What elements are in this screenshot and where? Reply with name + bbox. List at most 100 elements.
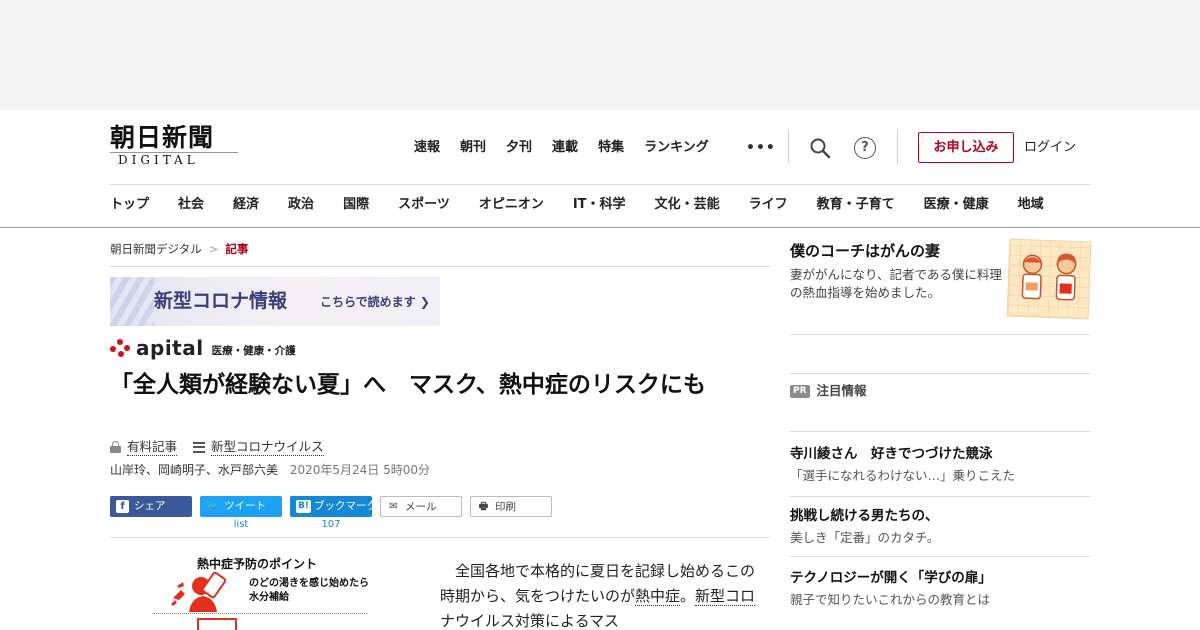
top-nav: 速報 朝刊 夕刊 連載 特集 ランキング [414, 137, 729, 159]
category-health[interactable]: 医療・健康 [924, 194, 989, 216]
facebook-share-button[interactable]: f シェア [110, 496, 192, 517]
breadcrumb-home[interactable]: 朝日新聞デジタル [110, 240, 202, 258]
pr-item[interactable]: 寺川綾さん 好きでつづけた競泳 「選手になれるわけない…」乗りこえた [790, 444, 1090, 486]
hatena-bookmark-label: ブックマーク [314, 500, 377, 512]
category-politics[interactable]: 政治 [288, 194, 314, 216]
category-sports[interactable]: スポーツ [398, 194, 450, 216]
pr-section-label: 注目情報 [816, 383, 867, 398]
category-education[interactable]: 教育・子育て [817, 194, 895, 216]
search-icon[interactable] [809, 137, 831, 159]
category-international[interactable]: 国際 [343, 194, 369, 216]
logo-sub-text: DIGITAL [118, 153, 199, 167]
topnav-item-sokuho[interactable]: 速報 [414, 137, 440, 159]
login-link[interactable]: ログイン [1024, 137, 1076, 159]
heatstroke-link[interactable]: 熱中症 [635, 587, 681, 606]
mail-icon: ✉ [389, 501, 398, 512]
corona-info-banner[interactable]: 新型コロナ情報 こちらで読めます ❯ [110, 277, 440, 326]
category-economy[interactable]: 経済 [233, 194, 259, 216]
category-culture[interactable]: 文化・芸能 [655, 194, 720, 216]
sidebar-rule [790, 496, 1090, 497]
breadcrumb-separator: > [208, 242, 219, 256]
breadcrumb-rule [110, 266, 770, 267]
pr-item-desc: 親子で知りたいこれからの教育とは [790, 592, 991, 607]
woman-illustration [1055, 253, 1077, 301]
print-button[interactable]: 🖶 印刷 [470, 496, 552, 517]
article-title: 「全人類が経験ない夏」へ マスク、熱中症のリスクにも [110, 372, 706, 398]
sidebar-rule [790, 431, 1090, 432]
help-icon[interactable]: ? [854, 137, 876, 159]
category-life[interactable]: ライフ [749, 194, 788, 216]
subscribe-button[interactable]: お申し込み [918, 132, 1014, 163]
feature-title: 僕のコーチはがんの妻 [790, 242, 941, 260]
pr-item-title: 寺川綾さん 好きでつづけた競泳 [790, 446, 993, 462]
topnav-item-yukan[interactable]: 夕刊 [506, 137, 532, 159]
sidebar-rule [790, 373, 1090, 374]
pr-item-title: テクノロジーが開く「学びの扉」 [790, 570, 992, 586]
feature-description: 妻ががんになり、記者である僕に料理の熱血指導を始めました。 [790, 267, 1002, 300]
more-dots-icon[interactable]: ••• [746, 140, 775, 156]
facebook-share-label: シェア [134, 500, 166, 512]
topnav-item-ranking[interactable]: ランキング [644, 137, 709, 159]
drinking-person-illustration [171, 571, 227, 612]
apital-logo-icon [110, 339, 132, 359]
apital-section-logo[interactable]: apital 医療・健康・介護 [110, 337, 296, 359]
pr-item-title: 挑戦し続ける男たちの、 [790, 508, 939, 524]
category-nav-rule [0, 227, 1200, 228]
pr-item[interactable]: テクノロジーが開く「学びの扉」 親子で知りたいこれからの教育とは [790, 568, 1090, 610]
corona-banner-title: 新型コロナ情報 [154, 290, 288, 312]
topic-link[interactable]: 新型コロナウイルス [211, 439, 324, 456]
header-rule [110, 184, 1090, 185]
pr-item[interactable]: 挑戦し続ける男たちの、 美しき「定番」のカタチ。 [790, 506, 1090, 548]
list-icon [193, 441, 206, 453]
article-rule [110, 537, 770, 538]
apital-wordmark: apital [136, 336, 204, 360]
category-top[interactable]: トップ [110, 194, 149, 216]
lock-icon [110, 441, 121, 453]
facebook-icon: f [116, 500, 129, 513]
logo-main-text: 朝日新聞 [110, 123, 215, 152]
topnav-item-choukan[interactable]: 朝刊 [460, 137, 486, 159]
pr-item-desc: 美しき「定番」のカタチ。 [790, 530, 940, 545]
article-figure[interactable]: 熱中症予防のポイント のどの渇きを感じ始めたら 水分補給 [153, 552, 383, 630]
category-opinion[interactable]: オピニオン [479, 194, 544, 216]
header-divider [897, 130, 898, 163]
mail-share-label: メール [405, 501, 437, 513]
twitter-icon: 🐦 [206, 501, 219, 512]
print-icon: 🖶 [478, 501, 489, 512]
figure-divider [153, 613, 367, 614]
category-society[interactable]: 社会 [178, 194, 204, 216]
feature-illustration [1006, 238, 1092, 320]
topnav-item-tokushu[interactable]: 特集 [598, 137, 624, 159]
sidebar-rule [790, 334, 1090, 335]
hatena-icon: B! [296, 500, 311, 513]
category-it-science[interactable]: IT・科学 [573, 194, 626, 216]
sidebar-feature[interactable]: 僕のコーチはがんの妻 妻ががんになり、記者である僕に料理の熱血指導を始めました。 [790, 238, 1092, 334]
twitter-share-label: ツイート [224, 500, 266, 512]
sidebar-rule [790, 556, 1090, 557]
article-date: 2020年5月24日 5時00分 [289, 463, 431, 477]
twitter-count-link[interactable]: list [200, 519, 282, 531]
figure-box-icon [197, 618, 237, 630]
print-label: 印刷 [495, 501, 516, 513]
hatena-count-link[interactable]: 107 [290, 519, 372, 531]
corona-banner-cta: こちらで読めます ❯ [320, 295, 430, 309]
pr-item-desc: 「選手になれるわけない…」乗りこえた [790, 468, 1016, 483]
site-logo[interactable]: 朝日新聞 DIGITAL [110, 123, 242, 169]
category-nav: トップ 社会 経済 政治 国際 スポーツ オピニオン IT・科学 文化・芸能 ラ… [110, 194, 1073, 216]
figure-line-2: 水分補給 [249, 592, 289, 603]
hatena-bookmark-button[interactable]: B! ブックマーク [290, 496, 377, 517]
ad-banner-area [0, 0, 1200, 110]
paid-article-link[interactable]: 有料記事 [127, 439, 178, 456]
breadcrumb: 朝日新聞デジタル > 記事 [110, 240, 248, 258]
twitter-share-button[interactable]: 🐦 ツイート [200, 496, 282, 517]
man-illustration [1021, 254, 1043, 300]
body-text-segment: 。 [680, 587, 696, 605]
topnav-item-rensai[interactable]: 連載 [552, 137, 578, 159]
apital-subtitle: 医療・健康・介護 [211, 345, 296, 357]
article-meta: 有料記事 新型コロナウイルス [110, 438, 340, 456]
category-region[interactable]: 地域 [1018, 194, 1044, 216]
figure-line-1: のどの渇きを感じ始めたら [249, 578, 369, 589]
breadcrumb-current: 記事 [225, 242, 249, 256]
pr-badge: PR [790, 384, 810, 398]
mail-share-button[interactable]: ✉ メール [380, 496, 462, 517]
